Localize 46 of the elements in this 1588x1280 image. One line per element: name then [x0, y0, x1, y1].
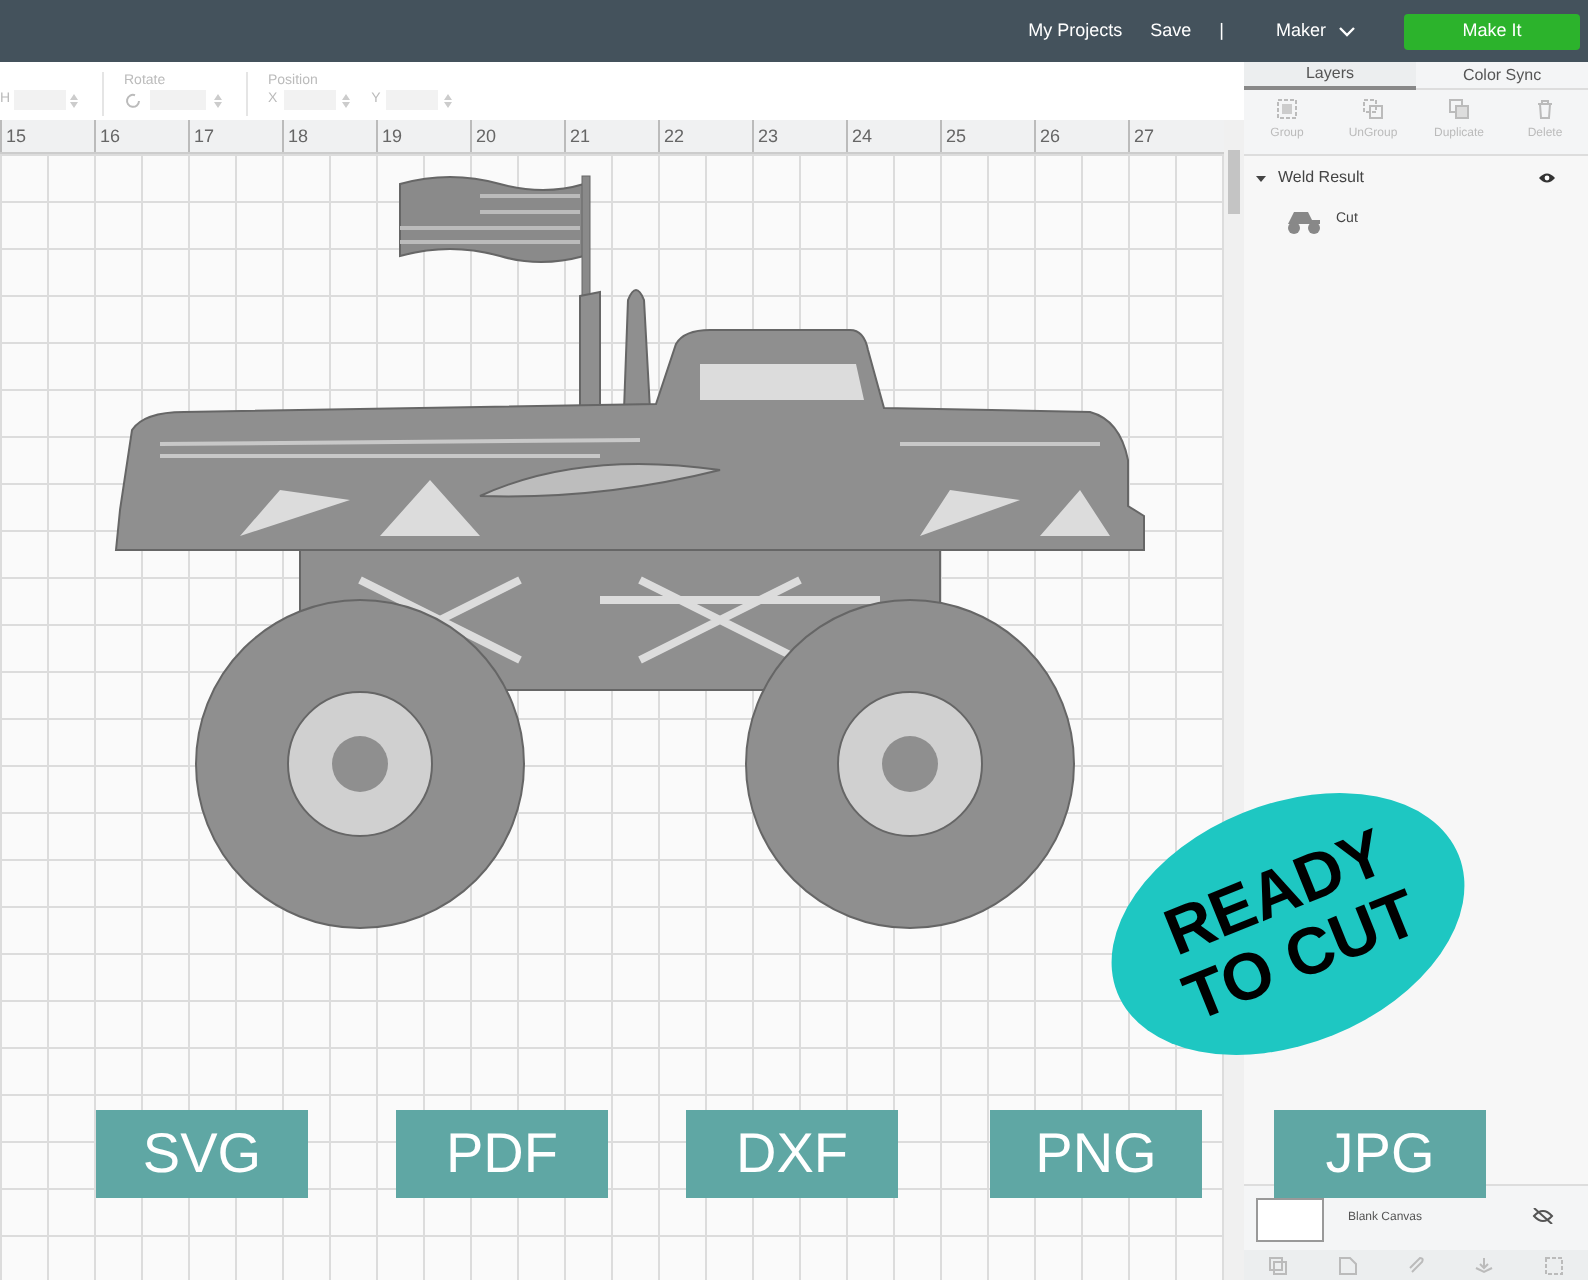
file-format-label: JPG — [1274, 1110, 1486, 1198]
ruler-number: 27 — [1134, 126, 1155, 146]
ruler-number: 22 — [664, 126, 685, 146]
panel-tab[interactable]: Layers — [1244, 62, 1416, 90]
rotate-icon[interactable] — [124, 91, 142, 109]
ruler-number: 26 — [1040, 126, 1061, 146]
ruler-number: 16 — [100, 126, 121, 146]
hidden-eye-icon[interactable] — [1532, 1208, 1554, 1224]
file-format-label: PNG — [990, 1110, 1202, 1198]
contour-icon[interactable] — [1543, 1255, 1564, 1275]
ruler-number: 15 — [6, 126, 27, 146]
chevron-down-icon[interactable] — [1338, 25, 1356, 37]
flatten-icon[interactable] — [1474, 1255, 1495, 1275]
layer-name[interactable]: Weld Result — [1278, 166, 1526, 190]
separator: | — [1219, 17, 1224, 44]
duplicate-icon[interactable] — [1268, 1255, 1289, 1275]
canvas-swatch[interactable] — [1256, 1198, 1324, 1242]
ruler-number: 25 — [946, 126, 967, 146]
paperclip-icon[interactable] — [1405, 1255, 1426, 1275]
ruler-number: 18 — [288, 126, 309, 146]
nav-link[interactable]: My Projects — [1028, 17, 1123, 45]
spinner-icon[interactable] — [214, 93, 222, 107]
shape-icon[interactable] — [1337, 1255, 1358, 1275]
ungroup-icon — [1362, 98, 1384, 120]
spinner-icon[interactable] — [444, 93, 453, 108]
height-field[interactable] — [14, 90, 67, 111]
eye-icon[interactable] — [1538, 172, 1556, 184]
truck-thumbnail-icon — [1284, 207, 1324, 233]
file-format-label: SVG — [96, 1110, 308, 1198]
caret-icon[interactable] — [1256, 173, 1266, 183]
scroll-thumb[interactable] — [1228, 150, 1240, 214]
ruler-number: 24 — [852, 126, 873, 146]
panel-tab[interactable]: Color Sync — [1416, 62, 1588, 90]
ruler-number: 19 — [382, 126, 403, 146]
machine-label[interactable]: Maker — [1275, 17, 1326, 45]
ruler-number: 21 — [570, 126, 591, 146]
ruler-number: 20 — [476, 126, 497, 146]
spinner-icon[interactable] — [341, 93, 350, 108]
duplicate-icon — [1448, 98, 1470, 120]
file-format-label: DXF — [686, 1110, 898, 1198]
nav-link[interactable]: Save — [1150, 17, 1192, 45]
ruler-number: 23 — [758, 126, 779, 146]
ruler-number: 17 — [194, 126, 215, 146]
group-icon — [1276, 98, 1298, 120]
file-format-label: PDF — [396, 1110, 608, 1198]
trash-icon — [1534, 98, 1556, 120]
